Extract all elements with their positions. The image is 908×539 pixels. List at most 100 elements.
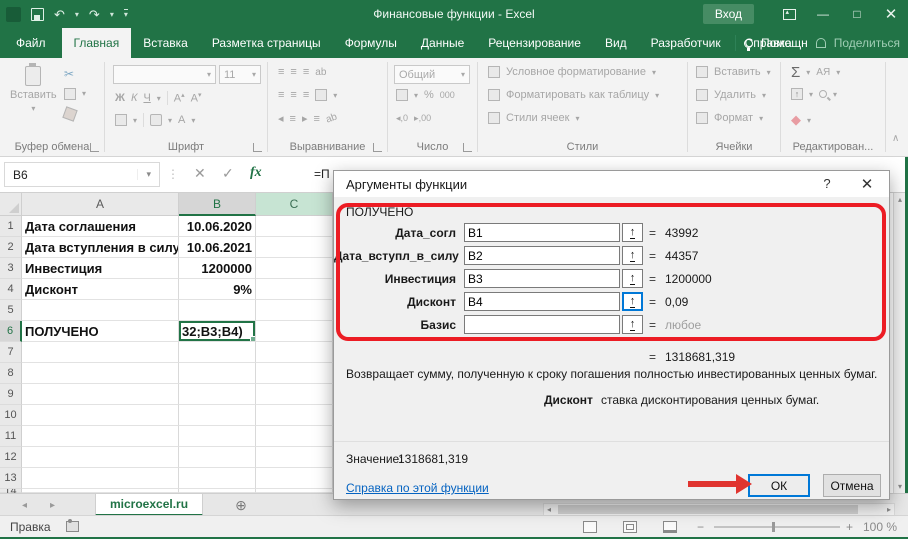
- decrease-indent-icon[interactable]: ◂: [278, 112, 284, 125]
- column-header-a[interactable]: A: [22, 193, 179, 216]
- row-header[interactable]: 7: [0, 342, 22, 363]
- sign-in-button[interactable]: Вход: [703, 4, 754, 24]
- cell-a2[interactable]: Дата вступления в силу: [22, 237, 179, 258]
- collapse-dialog-button[interactable]: ↑: [622, 269, 643, 288]
- cell-a1[interactable]: Дата соглашения: [22, 216, 179, 237]
- row-header[interactable]: 12: [0, 447, 22, 468]
- borders-button[interactable]: [115, 114, 127, 126]
- row-header[interactable]: 3: [0, 258, 22, 279]
- collapse-ribbon-button[interactable]: ∧: [892, 133, 899, 144]
- cell-a3[interactable]: Инвестиция: [22, 258, 179, 279]
- insert-function-button[interactable]: fx: [250, 165, 262, 181]
- argument-input-data-vstupl[interactable]: [464, 246, 620, 265]
- zoom-in-button[interactable]: +: [846, 520, 853, 534]
- delete-cells-button[interactable]: Удалить▾: [696, 89, 766, 101]
- font-name-combobox[interactable]: ▾: [113, 65, 216, 84]
- format-as-table-button[interactable]: Форматировать как таблицу▾: [488, 89, 659, 101]
- cell-c11[interactable]: [256, 426, 333, 447]
- number-format-combobox[interactable]: Общий▾: [394, 65, 470, 84]
- merge-center-button[interactable]: [315, 89, 327, 101]
- scroll-left-icon[interactable]: ◂: [547, 504, 551, 515]
- column-header-c[interactable]: C: [256, 193, 333, 216]
- sheet-nav-right-icon[interactable]: ▸: [50, 494, 55, 516]
- find-select-button[interactable]: [819, 90, 827, 98]
- assistant-label[interactable]: Помощн: [761, 36, 808, 50]
- page-layout-view-button[interactable]: [623, 521, 637, 533]
- fill-button[interactable]: ↑: [791, 88, 803, 100]
- cell-c3[interactable]: [256, 258, 333, 279]
- row-header[interactable]: 4: [0, 279, 22, 300]
- cell-b9[interactable]: [179, 384, 256, 405]
- page-break-view-button[interactable]: [663, 521, 677, 533]
- cell-a11[interactable]: [22, 426, 179, 447]
- grow-font-button[interactable]: А▴: [174, 91, 185, 105]
- orientation-button[interactable]: ab: [315, 67, 326, 78]
- cell-b1[interactable]: 10.06.2020: [179, 216, 256, 237]
- increase-decimal-button[interactable]: ◂,0: [396, 113, 408, 124]
- cell-c6[interactable]: [256, 321, 333, 342]
- cancel-entry-button[interactable]: ✕: [194, 165, 206, 182]
- borders-dropdown-icon[interactable]: ▾: [133, 116, 137, 125]
- align-middle-icon[interactable]: ≡: [290, 66, 296, 78]
- cell-c8[interactable]: [256, 363, 333, 384]
- maximize-button[interactable]: □: [840, 0, 874, 28]
- confirm-entry-button[interactable]: ✓: [222, 165, 234, 182]
- collapse-dialog-button[interactable]: ↑: [622, 223, 643, 242]
- clear-button[interactable]: ◆: [791, 112, 801, 128]
- align-center-icon[interactable]: ≡: [290, 89, 296, 101]
- zoom-slider-track[interactable]: [714, 526, 840, 528]
- copy-icon[interactable]: [64, 88, 76, 100]
- font-dialog-launcher[interactable]: [253, 143, 262, 152]
- cell-c1[interactable]: [256, 216, 333, 237]
- bold-button[interactable]: Ж: [115, 92, 125, 104]
- percent-style-button[interactable]: %: [424, 89, 434, 101]
- dialog-help-button[interactable]: ?: [817, 176, 837, 191]
- collapse-dialog-button-focused[interactable]: ↑: [622, 292, 643, 311]
- scroll-right-icon[interactable]: ▸: [887, 504, 891, 515]
- tab-data[interactable]: Данные: [409, 28, 476, 58]
- row-header[interactable]: 10: [0, 405, 22, 426]
- cell-c7[interactable]: [256, 342, 333, 363]
- merge-dropdown-icon[interactable]: ▾: [333, 91, 337, 100]
- cell-a6[interactable]: ПОЛУЧЕНО: [22, 321, 179, 342]
- add-sheet-button[interactable]: ⊕: [232, 496, 250, 514]
- format-cells-button[interactable]: Формат▾: [696, 112, 763, 124]
- cell-b5[interactable]: [179, 300, 256, 321]
- cell-b2[interactable]: 10.06.2021: [179, 237, 256, 258]
- sheet-nav-left-icon[interactable]: ◂: [22, 494, 27, 516]
- row-header[interactable]: 9: [0, 384, 22, 405]
- vertical-scrollbar[interactable]: ▴ ▾: [893, 193, 905, 493]
- cell-b4[interactable]: 9%: [179, 279, 256, 300]
- argument-input-investiciya[interactable]: [464, 269, 620, 288]
- cell-a13[interactable]: [22, 468, 179, 489]
- tab-formulas[interactable]: Формулы: [333, 28, 409, 58]
- formula-bar-drag-handle[interactable]: ⋮: [167, 167, 179, 181]
- cut-icon[interactable]: ✂: [64, 68, 74, 80]
- autosum-button[interactable]: Σ: [791, 64, 800, 81]
- underline-button[interactable]: Ч: [143, 92, 150, 104]
- tab-insert[interactable]: Вставка: [131, 28, 200, 58]
- ok-button[interactable]: ОК: [748, 474, 810, 497]
- align-left-icon[interactable]: ≡: [278, 89, 284, 101]
- cell-b6-editing[interactable]: 32;B3;B4): [179, 321, 256, 342]
- cell-a9[interactable]: [22, 384, 179, 405]
- fill-color-button[interactable]: [150, 114, 162, 126]
- decrease-decimal-button[interactable]: ▸,00: [414, 113, 431, 124]
- sheet-tab-microexcel[interactable]: microexcel.ru: [95, 494, 203, 516]
- cell-c13[interactable]: [256, 468, 333, 489]
- row-header[interactable]: 5: [0, 300, 22, 321]
- align-right-icon[interactable]: ≡: [303, 89, 309, 101]
- tab-developer[interactable]: Разработчик: [639, 28, 733, 58]
- increase-indent-icon[interactable]: ▸: [302, 112, 308, 125]
- wrap-text-button[interactable]: ab: [324, 111, 338, 125]
- tab-review[interactable]: Рецензирование: [476, 28, 593, 58]
- sort-filter-button[interactable]: АЯ: [816, 67, 830, 78]
- name-box-dropdown-icon[interactable]: ▾: [137, 169, 159, 180]
- minimize-button[interactable]: —: [806, 0, 840, 28]
- font-color-dropdown-icon[interactable]: ▾: [191, 116, 195, 125]
- row-header[interactable]: 13: [0, 468, 22, 489]
- cell-b13[interactable]: [179, 468, 256, 489]
- cell-c2[interactable]: [256, 237, 333, 258]
- row-header[interactable]: 6: [0, 321, 22, 342]
- align-top-icon[interactable]: ≡: [278, 66, 284, 78]
